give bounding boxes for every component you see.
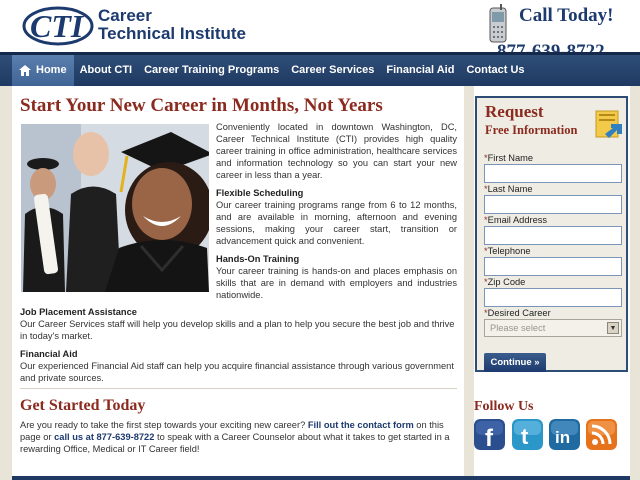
main-content: Start Your New Career in Months, Not Yea… bbox=[12, 86, 464, 480]
desired-career-select[interactable]: Please select ▼ bbox=[484, 319, 622, 337]
first-name-label: *First Name bbox=[484, 153, 534, 163]
logo-line-2: Technical Institute bbox=[98, 24, 246, 43]
contact-form-link[interactable]: Fill out the contact form bbox=[308, 420, 414, 430]
hands-on-training-text: Your career training is hands-on and pla… bbox=[216, 266, 457, 300]
cti-logo-mark: CTI bbox=[22, 6, 94, 46]
telephone-label: *Telephone bbox=[484, 246, 531, 256]
financial-aid-section: Financial Aid Our experienced Financial … bbox=[20, 348, 457, 384]
follow-us-heading: Follow Us bbox=[474, 399, 534, 414]
job-placement-text: Our Career Services staff will help you … bbox=[20, 319, 455, 341]
continue-button[interactable]: Continue » bbox=[484, 353, 546, 372]
first-name-input[interactable] bbox=[484, 164, 622, 183]
nav-item-home[interactable]: Home bbox=[12, 55, 74, 86]
flexible-scheduling-heading: Flexible Scheduling bbox=[216, 188, 304, 198]
nav-item-training-programs[interactable]: Career Training Programs bbox=[138, 55, 285, 86]
email-input[interactable] bbox=[484, 226, 622, 245]
request-info-form: Request Free Information *First Name *La… bbox=[475, 96, 628, 372]
dropdown-arrow-icon: ▼ bbox=[607, 322, 619, 334]
nav-item-contact[interactable]: Contact Us bbox=[460, 55, 530, 86]
get-started-text: Are you ready to take the first step tow… bbox=[20, 419, 457, 455]
logo-line-1: Career bbox=[98, 6, 152, 25]
twitter-icon[interactable]: t bbox=[512, 419, 543, 450]
nav-item-about[interactable]: About CTI bbox=[74, 55, 139, 86]
zip-code-label: *Zip Code bbox=[484, 277, 526, 287]
page-margin-right bbox=[630, 86, 640, 480]
hands-on-training-heading: Hands-On Training bbox=[216, 254, 300, 264]
svg-text:in: in bbox=[555, 428, 570, 447]
nav-item-financial-aid[interactable]: Financial Aid bbox=[380, 55, 460, 86]
last-name-input[interactable] bbox=[484, 195, 622, 214]
financial-aid-text: Our experienced Financial Aid staff can … bbox=[20, 361, 454, 383]
job-placement-heading: Job Placement Assistance bbox=[20, 307, 137, 317]
section-divider bbox=[20, 388, 457, 389]
svg-text:CTI: CTI bbox=[30, 8, 85, 44]
page-margin-left bbox=[0, 86, 12, 480]
select-placeholder: Please select bbox=[490, 323, 546, 333]
footer-bar bbox=[12, 476, 630, 480]
page-title: Start Your New Career in Months, Not Yea… bbox=[20, 95, 383, 116]
call-us-link[interactable]: call us at 877-639-8722 bbox=[54, 432, 154, 442]
facebook-icon[interactable]: f bbox=[474, 419, 505, 450]
nav-item-label: Home bbox=[36, 64, 67, 76]
site-header: CTI Career Technical Institute Call Toda… bbox=[0, 0, 640, 52]
intro-paragraph: Conveniently located in downtown Washing… bbox=[216, 122, 457, 180]
last-name-label: *Last Name bbox=[484, 184, 533, 194]
svg-text:f: f bbox=[485, 425, 494, 450]
column-divider bbox=[464, 86, 474, 480]
email-label: *Email Address bbox=[484, 215, 548, 225]
zip-code-input[interactable] bbox=[484, 288, 622, 307]
home-icon bbox=[19, 65, 31, 76]
financial-aid-heading: Financial Aid bbox=[20, 349, 78, 359]
get-started-heading: Get Started Today bbox=[20, 397, 146, 414]
document-arrow-icon bbox=[595, 110, 622, 138]
logo-wordmark: Career Technical Institute bbox=[98, 7, 246, 43]
job-placement-section: Job Placement Assistance Our Career Serv… bbox=[20, 306, 457, 342]
get-started-text-1: Are you ready to take the first step tow… bbox=[20, 420, 308, 430]
desired-career-label: *Desired Career bbox=[484, 308, 551, 318]
cti-logo[interactable]: CTI Career Technical Institute bbox=[22, 4, 252, 48]
form-subtitle: Free Information bbox=[485, 123, 578, 137]
graduate-photo bbox=[21, 124, 209, 292]
linkedin-icon[interactable]: in bbox=[549, 419, 580, 450]
telephone-input[interactable] bbox=[484, 257, 622, 276]
svg-text:t: t bbox=[521, 424, 529, 449]
graduate-illustration bbox=[21, 124, 209, 292]
rss-icon[interactable] bbox=[586, 419, 617, 450]
phone-icon bbox=[489, 4, 507, 43]
header-phone-number[interactable]: 877-639-8722 bbox=[497, 42, 605, 52]
intro-column: Conveniently located in downtown Washing… bbox=[216, 121, 457, 301]
nav-item-career-services[interactable]: Career Services bbox=[285, 55, 380, 86]
sidebar: Request Free Information *First Name *La… bbox=[474, 86, 630, 480]
form-title: Request bbox=[485, 102, 544, 121]
call-today-heading: Call Today! bbox=[519, 5, 614, 26]
flexible-scheduling-text: Our career training programs range from … bbox=[216, 200, 457, 246]
main-nav: Home About CTI Career Training Programs … bbox=[0, 52, 640, 86]
